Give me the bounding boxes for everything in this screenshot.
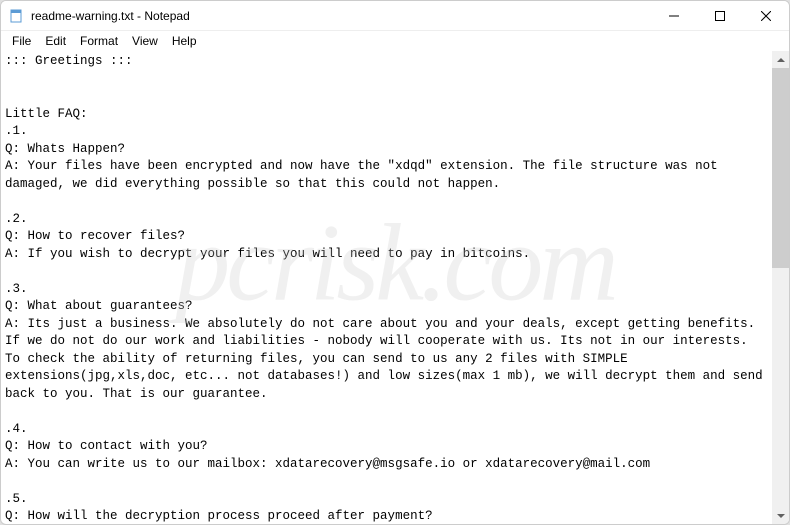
text-content[interactable]: ::: Greetings ::: Little FAQ: .1. Q: Wha… (1, 51, 772, 524)
menu-file[interactable]: File (5, 33, 38, 49)
menubar: File Edit Format View Help (1, 31, 789, 51)
minimize-button[interactable] (651, 1, 697, 31)
menu-format[interactable]: Format (73, 33, 125, 49)
menu-edit[interactable]: Edit (38, 33, 73, 49)
scroll-track[interactable] (772, 68, 789, 507)
notepad-icon (9, 8, 25, 24)
close-button[interactable] (743, 1, 789, 31)
editor-area: ::: Greetings ::: Little FAQ: .1. Q: Wha… (1, 51, 789, 524)
scroll-thumb[interactable] (772, 68, 789, 268)
scroll-down-arrow[interactable] (772, 507, 789, 524)
maximize-button[interactable] (697, 1, 743, 31)
window-controls (651, 1, 789, 30)
notepad-window: readme-warning.txt - Notepad File Edit F… (0, 0, 790, 525)
scroll-up-arrow[interactable] (772, 51, 789, 68)
titlebar[interactable]: readme-warning.txt - Notepad (1, 1, 789, 31)
vertical-scrollbar[interactable] (772, 51, 789, 524)
menu-help[interactable]: Help (165, 33, 204, 49)
window-title: readme-warning.txt - Notepad (31, 9, 651, 23)
menu-view[interactable]: View (125, 33, 165, 49)
